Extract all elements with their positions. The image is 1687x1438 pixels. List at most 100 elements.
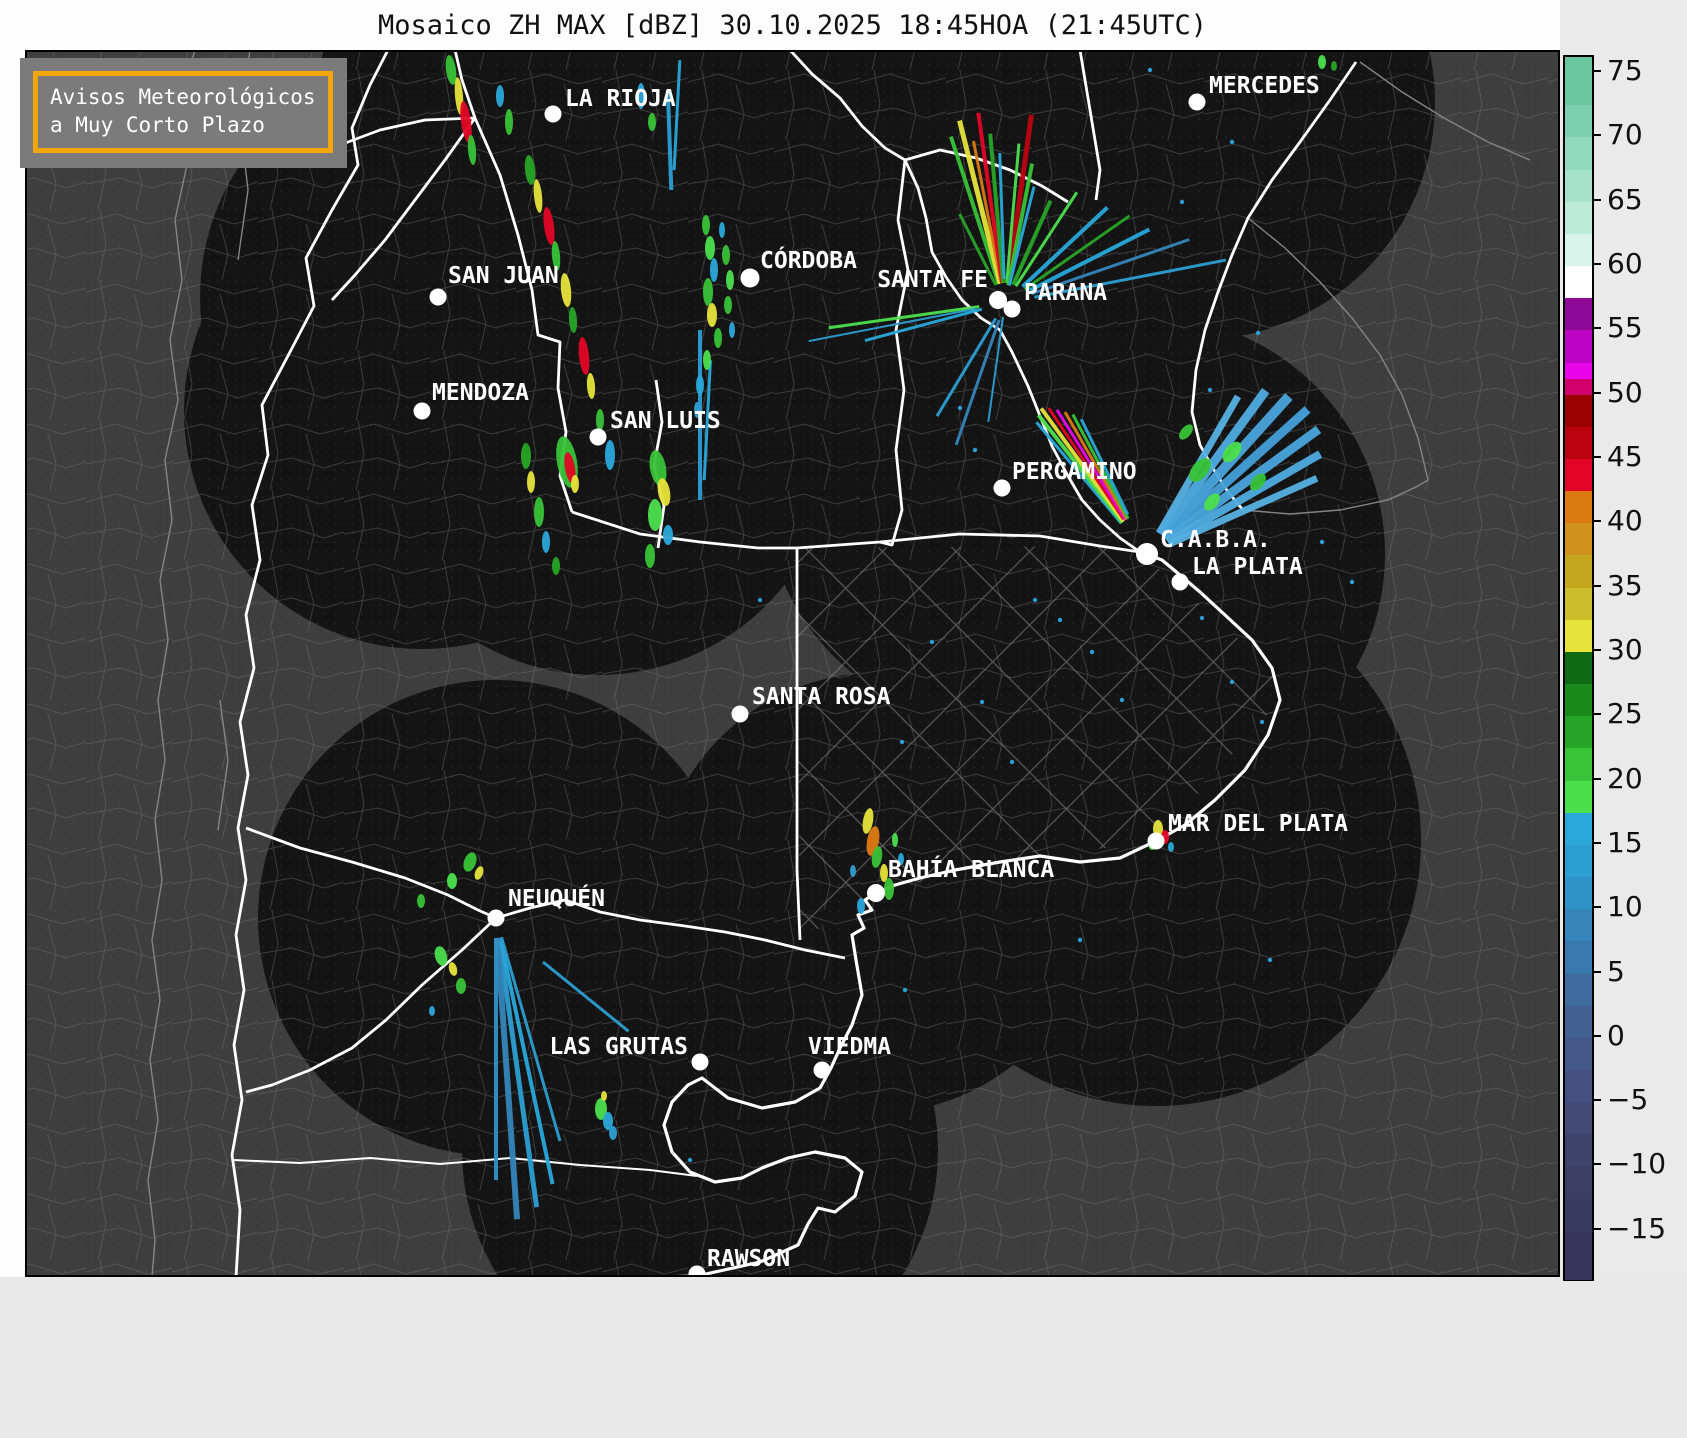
radar-echo-dot bbox=[1179, 199, 1185, 205]
colorbar-segment bbox=[1565, 941, 1592, 975]
city-dot bbox=[413, 402, 431, 420]
city-label: NEUQUÉN bbox=[508, 884, 605, 912]
colorbar-tick-label: 70 bbox=[1607, 118, 1643, 152]
radar-echo-cell bbox=[542, 531, 550, 553]
radar-echo-cell bbox=[726, 270, 734, 290]
map-container: MERCEDES LA RIOJA CÓRDOBA SAN JUAN SANTA FE P… bbox=[25, 50, 1560, 1277]
radar-echo-dot bbox=[1349, 579, 1355, 585]
city-dot bbox=[589, 428, 607, 446]
radar-map: MERCEDES LA RIOJA CÓRDOBA SAN JUAN SANTA FE P… bbox=[25, 50, 1560, 1277]
radar-echo-cell bbox=[722, 245, 730, 265]
radar-echo-cell bbox=[857, 898, 865, 914]
city-dot bbox=[867, 884, 885, 902]
radar-echo-dot bbox=[1009, 759, 1015, 765]
radar-echo-dot bbox=[972, 447, 978, 453]
radar-echo-cell bbox=[707, 303, 717, 327]
colorbar-tick-label: 60 bbox=[1607, 247, 1643, 281]
radar-echo-dot bbox=[1259, 719, 1265, 725]
colorbar-tick-label: 55 bbox=[1607, 311, 1643, 345]
city-label: SANTA FE bbox=[877, 267, 988, 293]
colorbar-tick-label: 35 bbox=[1607, 568, 1643, 602]
radar-echo-cell bbox=[429, 1006, 435, 1016]
radar-echo-dot bbox=[1255, 330, 1261, 336]
colorbar-tick-label: 5 bbox=[1607, 954, 1625, 988]
city-label: SANTA ROSA bbox=[752, 684, 891, 710]
radar-echo-cell bbox=[1318, 55, 1326, 69]
colorbar-segment bbox=[1565, 458, 1592, 492]
radar-echo-cell bbox=[1331, 61, 1337, 71]
city-dot bbox=[691, 1053, 709, 1071]
radar-echo-cell bbox=[645, 544, 655, 568]
radar-echo-cell bbox=[703, 278, 713, 306]
radar-echo-cell bbox=[605, 440, 615, 470]
dot-texture bbox=[25, 50, 1560, 1277]
radar-echo-cell bbox=[596, 409, 604, 431]
title-bar: Mosaico ZH MAX [dBZ] 30.10.2025 18:45HOA… bbox=[25, 0, 1560, 50]
warning-badge-line2: a Muy Corto Plazo bbox=[50, 113, 265, 137]
radar-echo-cell bbox=[663, 525, 673, 545]
colorbar-tick-label: 25 bbox=[1607, 697, 1643, 731]
radar-echo-cell bbox=[521, 443, 531, 469]
radar-echo-dot bbox=[1077, 937, 1083, 943]
city-label: MAR DEL PLATA bbox=[1168, 811, 1348, 837]
radar-echo-cell bbox=[719, 222, 725, 238]
warning-badge-border: Avisos Meteorológicos a Muy Corto Plazo bbox=[33, 71, 333, 153]
colorbar-segment bbox=[1565, 973, 1592, 1007]
colorbar-segment bbox=[1565, 1102, 1592, 1135]
colorbar-segment bbox=[1565, 844, 1592, 878]
radar-echo-dot bbox=[1207, 387, 1213, 393]
city-label: MERCEDES bbox=[1209, 73, 1320, 99]
colorbar-segment bbox=[1565, 780, 1592, 814]
radar-echo-cell bbox=[892, 833, 898, 847]
colorbar-segment bbox=[1565, 1198, 1592, 1232]
colorbar-tick-label: −15 bbox=[1607, 1211, 1667, 1245]
radar-echo-cell bbox=[648, 113, 656, 131]
colorbar-segment bbox=[1565, 362, 1592, 380]
city-dot bbox=[429, 288, 447, 306]
colorbar-segment bbox=[1565, 523, 1592, 557]
footer: Servicio Meteorológico Nacional Argentin… bbox=[0, 1277, 1687, 1438]
radar-echo-dot bbox=[957, 405, 963, 411]
city-label: C.A.B.A. bbox=[1160, 527, 1271, 553]
city-label: LAS GRUTAS bbox=[550, 1034, 688, 1060]
city-label: VIEDMA bbox=[808, 1034, 891, 1060]
city-dot bbox=[1188, 93, 1206, 111]
city-label: RAWSON bbox=[707, 1246, 790, 1272]
city-label: LA PLATA bbox=[1192, 554, 1303, 580]
colorbar-tick-label: 15 bbox=[1607, 825, 1643, 859]
colorbar-tick-label: −5 bbox=[1607, 1083, 1649, 1117]
radar-echo-cell bbox=[417, 894, 425, 908]
radar-echo-cell bbox=[552, 557, 560, 575]
city-dot bbox=[1136, 543, 1158, 565]
colorbar-segment bbox=[1565, 1230, 1592, 1280]
colorbar-segment bbox=[1565, 426, 1592, 460]
city-dot bbox=[487, 909, 505, 927]
warning-badge-line1: Avisos Meteorológicos bbox=[50, 85, 316, 109]
radar-echo-cell bbox=[724, 296, 732, 314]
city-label: SAN LUIS bbox=[610, 408, 721, 434]
radar-echo-dot bbox=[902, 987, 908, 993]
colorbar-tick-label: 0 bbox=[1607, 1018, 1625, 1052]
colorbar-segment bbox=[1565, 1134, 1592, 1168]
city-dot bbox=[1171, 573, 1189, 591]
warning-badge[interactable]: Avisos Meteorológicos a Muy Corto Plazo bbox=[20, 58, 347, 168]
radar-echo-dot bbox=[929, 639, 935, 645]
radar-echo-cell bbox=[714, 328, 722, 348]
colorbar-segment bbox=[1565, 619, 1592, 653]
radar-echo-cell bbox=[496, 85, 504, 107]
colorbar-segment bbox=[1565, 491, 1592, 524]
colorbar-segment bbox=[1565, 394, 1592, 428]
city-dot bbox=[1003, 300, 1021, 318]
city-dot bbox=[731, 705, 749, 723]
city-label: BAHÍA BLANCA bbox=[888, 855, 1054, 883]
city-label: LA RIOJA bbox=[565, 86, 676, 112]
colorbar-segment bbox=[1565, 57, 1592, 106]
colorbar-segment bbox=[1565, 684, 1592, 717]
colorbar-segment bbox=[1565, 555, 1592, 589]
radar-product-page: Mosaico ZH MAX [dBZ] 30.10.2025 18:45HOA… bbox=[0, 0, 1687, 1438]
radar-echo-dot bbox=[1089, 649, 1095, 655]
city-label: SAN JUAN bbox=[448, 263, 559, 289]
colorbar-segment bbox=[1565, 105, 1592, 138]
radar-echo-cell bbox=[705, 236, 715, 260]
radar-echo-cell bbox=[505, 109, 513, 135]
